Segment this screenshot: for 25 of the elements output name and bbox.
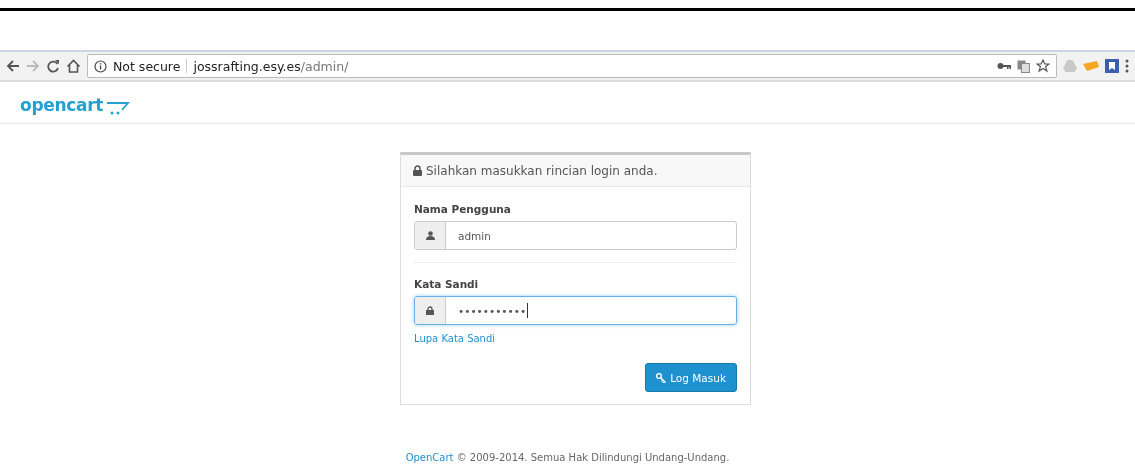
back-icon[interactable] [6,59,20,73]
lock-icon [413,165,422,176]
security-label: Not secure [113,58,181,74]
copyright-text: OpenCart © 2009-2014. Semua Hak Dilindungi Undang-Undang. [405,452,730,463]
home-icon[interactable] [66,59,81,73]
login-button[interactable]: Log Masuk [645,363,737,392]
key-icon [656,372,667,383]
bookmark-icon[interactable] [1105,59,1119,73]
opencart-logo[interactable]: opencart [20,95,131,115]
key-icon[interactable] [997,62,1011,70]
password-field[interactable]: ••••••••••• [414,296,737,325]
forgot-password-link[interactable]: Lupa Kata Sandi [414,333,496,344]
opencart-link[interactable]: OpenCart [405,452,454,463]
user-icon [425,231,435,240]
field-label: Kata Sandi [414,278,480,290]
menu-icon[interactable] [1125,59,1129,73]
panel-title: Silahkan masukkan rincian login anda. [426,163,658,178]
url-text: jossrafting.esy.es/admin/ [193,58,349,74]
address-bar[interactable]: Not secure jossrafting.esy.es/admin/ [87,54,1057,78]
username-field[interactable]: admin [414,221,737,250]
info-icon[interactable] [94,59,107,73]
field-label: Nama Pengguna [414,203,512,215]
lock-icon [426,306,434,315]
star-icon[interactable] [1036,59,1050,73]
reload-icon[interactable] [46,59,60,73]
